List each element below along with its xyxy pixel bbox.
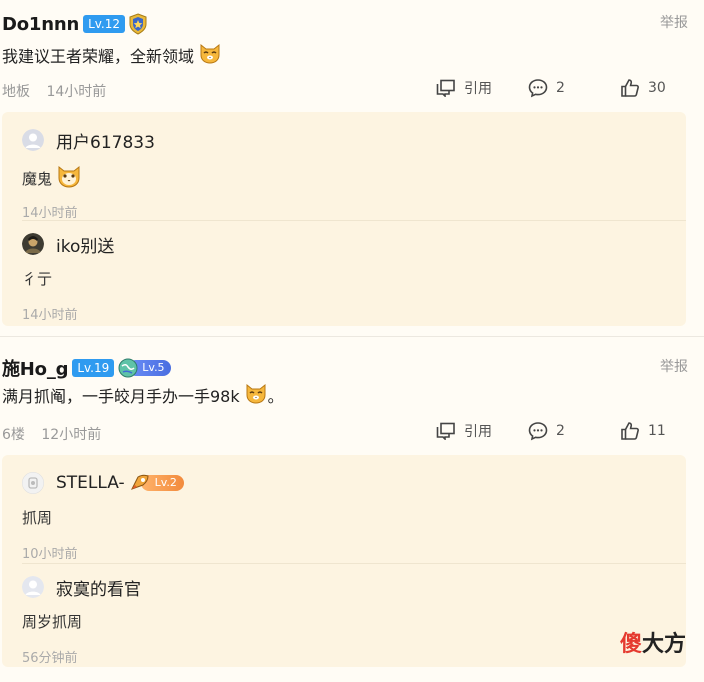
post-content: 满月抓阄，一手皎月手办一手98k 。: [2, 382, 284, 408]
reply-list: 用户617833 魔鬼 14小时前 iko别送 彳亍 14小时前: [2, 112, 686, 326]
post-content-text: 我建议王者荣耀，全新领域: [2, 47, 195, 66]
reply-divider: [22, 563, 686, 564]
like-button[interactable]: 11: [620, 421, 666, 441]
comment-icon: [528, 79, 548, 98]
cat-face-emoji-icon: [198, 42, 222, 68]
cat-face-emoji-icon: [56, 164, 82, 192]
globe-badge-icon: [118, 358, 138, 378]
reply-divider: [22, 220, 686, 221]
level-badge: Lv.12: [83, 15, 126, 33]
post-username[interactable]: 施Ho_g: [2, 355, 69, 381]
reply-text: 彳亍: [22, 270, 53, 288]
reply-username[interactable]: 寂寞的看官: [56, 575, 141, 600]
reply-text: 周岁抓周: [22, 613, 83, 631]
watermark-rest: 大方: [641, 632, 686, 657]
comment-count: 2: [556, 80, 565, 96]
report-link[interactable]: 举报: [660, 356, 688, 376]
quote-button[interactable]: 引用: [436, 78, 492, 98]
comment-button[interactable]: 2: [528, 78, 565, 98]
post-content: 我建议王者荣耀，全新领域: [2, 42, 222, 68]
quote-icon: [436, 79, 455, 97]
quote-label: 引用: [464, 424, 492, 440]
rocket-badge-icon: [130, 474, 149, 490]
thumbs-up-icon: [621, 79, 639, 97]
level-badge: Lv.19: [72, 359, 115, 377]
avatar[interactable]: [22, 472, 44, 494]
reply-list: STELLA- Lv.2 抓周 10小时前 寂寞的看官 周岁抓周 56分钟前: [2, 455, 686, 667]
reply-time: 14小时前: [22, 206, 78, 221]
watermark-logo: 傻大方: [620, 626, 686, 658]
quote-icon: [436, 422, 455, 440]
like-count: 11: [648, 423, 666, 439]
avatar[interactable]: [22, 233, 44, 255]
comment-icon: [528, 422, 548, 441]
post-divider: [0, 336, 704, 337]
avatar[interactable]: [22, 576, 44, 598]
avatar[interactable]: [22, 129, 44, 151]
post-username[interactable]: Do1nnn: [2, 14, 79, 35]
post-time: 14小时前: [46, 84, 107, 100]
shield-badge-icon: [128, 13, 148, 35]
reply-time: 56分钟前: [22, 651, 78, 666]
post-header: Do1nnn Lv.12: [2, 8, 148, 40]
post-meta: 地板 14小时前 引用 2 30: [0, 78, 704, 102]
post-time: 12小时前: [41, 427, 102, 443]
reply-text: 抓周: [22, 509, 53, 527]
reply-username[interactable]: iko别送: [56, 232, 114, 257]
watermark-red: 傻: [619, 632, 642, 657]
reply-text: 魔鬼: [22, 169, 53, 188]
quote-button[interactable]: 引用: [436, 421, 492, 441]
like-count: 30: [648, 80, 666, 96]
reply-time: 10小时前: [22, 547, 78, 562]
quote-label: 引用: [464, 81, 492, 97]
comment-count: 2: [556, 423, 565, 439]
post-content-text: 满月抓阄，一手皎月手办一手98k: [2, 387, 240, 406]
floor-label: 6楼: [2, 427, 25, 443]
post-header: 施Ho_g Lv.19 Lv.5: [2, 352, 171, 384]
reply-level-badge: Lv.2: [129, 473, 184, 493]
reply-username[interactable]: STELLA-: [56, 473, 125, 493]
cat-face-emoji-icon: [244, 382, 268, 408]
comment-button[interactable]: 2: [528, 421, 565, 441]
thumbs-up-icon: [621, 422, 639, 440]
reply-time: 14小时前: [22, 308, 78, 323]
extra-level-badge: Lv.5: [118, 358, 171, 378]
post-meta: 6楼 12小时前 引用 2 11: [0, 421, 704, 445]
reply-username[interactable]: 用户617833: [56, 128, 155, 153]
like-button[interactable]: 30: [620, 78, 666, 98]
floor-label: 地板: [2, 84, 30, 100]
report-link[interactable]: 举报: [660, 12, 688, 32]
post-content-end: 。: [267, 387, 284, 406]
